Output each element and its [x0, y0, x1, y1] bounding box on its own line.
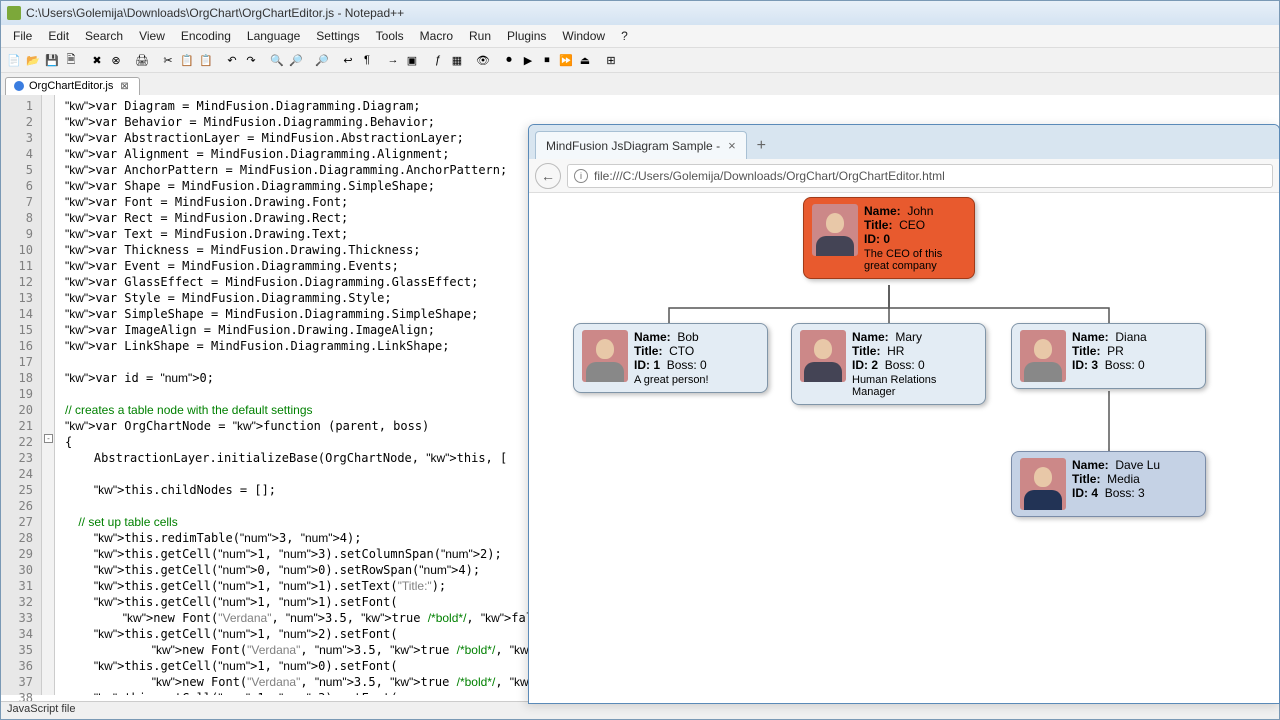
title-text: C:\Users\Golemija\Downloads\OrgChart\Org…: [26, 6, 404, 20]
menu-run[interactable]: Run: [461, 27, 499, 45]
cut-button[interactable]: ✂: [159, 51, 177, 69]
fold-column: -: [41, 95, 55, 695]
plugin-button[interactable]: ⊞: [602, 51, 620, 69]
avatar: [582, 330, 628, 382]
browser-tab-title: MindFusion JsDiagram Sample -: [546, 139, 720, 153]
org-node-3[interactable]: Name: DianaTitle: PRID: 3 Boss: 0: [1011, 323, 1206, 389]
indent-button[interactable]: →: [384, 51, 402, 69]
close-tab-icon[interactable]: ×: [728, 138, 736, 153]
fold-button[interactable]: ▣: [403, 51, 421, 69]
toolbar: 📄📂💾🗎✖⊗🖨✂📋📋↶↷🔍🔎🔎↩¶→▣ƒ▦👁⏺▶⏹⏩⏏⊞: [1, 47, 1279, 73]
paste-button[interactable]: 📋: [197, 51, 215, 69]
avatar: [1020, 458, 1066, 510]
menu-encoding[interactable]: Encoding: [173, 27, 239, 45]
file-status-icon: [14, 81, 24, 91]
page-info-icon[interactable]: i: [574, 169, 588, 183]
avatar: [1020, 330, 1066, 382]
file-tab-label: OrgChartEditor.js: [29, 80, 113, 92]
open-button[interactable]: 📂: [24, 51, 42, 69]
menu-language[interactable]: Language: [239, 27, 308, 45]
avatar: [812, 204, 858, 256]
func-button[interactable]: ƒ: [429, 51, 447, 69]
fast-button[interactable]: ⏩: [557, 51, 575, 69]
org-node-1[interactable]: Name: BobTitle: CTOID: 1 Boss: 0A great …: [573, 323, 768, 393]
menu-?[interactable]: ?: [613, 27, 636, 45]
menu-edit[interactable]: Edit: [40, 27, 77, 45]
app-icon: [7, 6, 21, 20]
saveall-button[interactable]: 🗎: [62, 51, 80, 69]
new-button[interactable]: 📄: [5, 51, 23, 69]
back-button[interactable]: ←: [535, 163, 561, 189]
comment-button[interactable]: ▦: [448, 51, 466, 69]
close-tab-icon[interactable]: ⊠: [118, 81, 130, 92]
close-button[interactable]: ✖: [88, 51, 106, 69]
undo-button[interactable]: ↶: [223, 51, 241, 69]
menu-macro[interactable]: Macro: [412, 27, 461, 45]
fold-toggle[interactable]: -: [44, 434, 53, 443]
browser-tabs: MindFusion JsDiagram Sample - × +: [529, 125, 1279, 159]
save-button[interactable]: 💾: [43, 51, 61, 69]
org-node-2[interactable]: Name: MaryTitle: HRID: 2 Boss: 0Human Re…: [791, 323, 986, 405]
menu-window[interactable]: Window: [554, 27, 613, 45]
find-button[interactable]: 🔍: [268, 51, 286, 69]
editor-tabs: OrgChartEditor.js ⊠: [1, 73, 1279, 95]
menu-bar: FileEditSearchViewEncodingLanguageSettin…: [1, 25, 1279, 47]
menu-plugins[interactable]: Plugins: [499, 27, 554, 45]
replace-button[interactable]: 🔎: [287, 51, 305, 69]
save2-button[interactable]: ⏏: [576, 51, 594, 69]
redo-button[interactable]: ↷: [242, 51, 260, 69]
browser-toolbar: ← i file:///C:/Users/Golemija/Downloads/…: [529, 159, 1279, 193]
print-button[interactable]: 🖨: [133, 51, 151, 69]
rec-button[interactable]: ⏺: [500, 51, 518, 69]
copy-button[interactable]: 📋: [178, 51, 196, 69]
zoom-button[interactable]: 🔎: [313, 51, 331, 69]
eye-button[interactable]: 👁: [474, 51, 492, 69]
org-node-0[interactable]: Name: JohnTitle: CEOID: 0The CEO of this…: [803, 197, 975, 279]
browser-window: MindFusion JsDiagram Sample - × + ← i fi…: [528, 124, 1280, 704]
browser-content[interactable]: Name: JohnTitle: CEOID: 0The CEO of this…: [529, 193, 1279, 703]
stop-button[interactable]: ⏹: [538, 51, 556, 69]
address-bar[interactable]: i file:///C:/Users/Golemija/Downloads/Or…: [567, 164, 1273, 188]
file-type-label: JavaScript file: [7, 703, 75, 715]
org-node-4[interactable]: Name: Dave LuTitle: MediaID: 4 Boss: 3: [1011, 451, 1206, 517]
menu-file[interactable]: File: [5, 27, 40, 45]
title-bar[interactable]: C:\Users\Golemija\Downloads\OrgChart\Org…: [1, 1, 1279, 25]
line-gutter: 1234567891011121314151617181920212223242…: [1, 95, 41, 695]
url-text: file:///C:/Users/Golemija/Downloads/OrgC…: [594, 169, 945, 183]
closeall-button[interactable]: ⊗: [107, 51, 125, 69]
browser-tab[interactable]: MindFusion JsDiagram Sample - ×: [535, 131, 747, 159]
menu-view[interactable]: View: [131, 27, 173, 45]
new-tab-button[interactable]: +: [747, 133, 776, 159]
avatar: [800, 330, 846, 382]
chars-button[interactable]: ¶: [358, 51, 376, 69]
wrap-button[interactable]: ↩: [339, 51, 357, 69]
menu-search[interactable]: Search: [77, 27, 131, 45]
file-tab[interactable]: OrgChartEditor.js ⊠: [5, 77, 140, 95]
menu-tools[interactable]: Tools: [368, 27, 412, 45]
menu-settings[interactable]: Settings: [308, 27, 367, 45]
play-button[interactable]: ▶: [519, 51, 537, 69]
